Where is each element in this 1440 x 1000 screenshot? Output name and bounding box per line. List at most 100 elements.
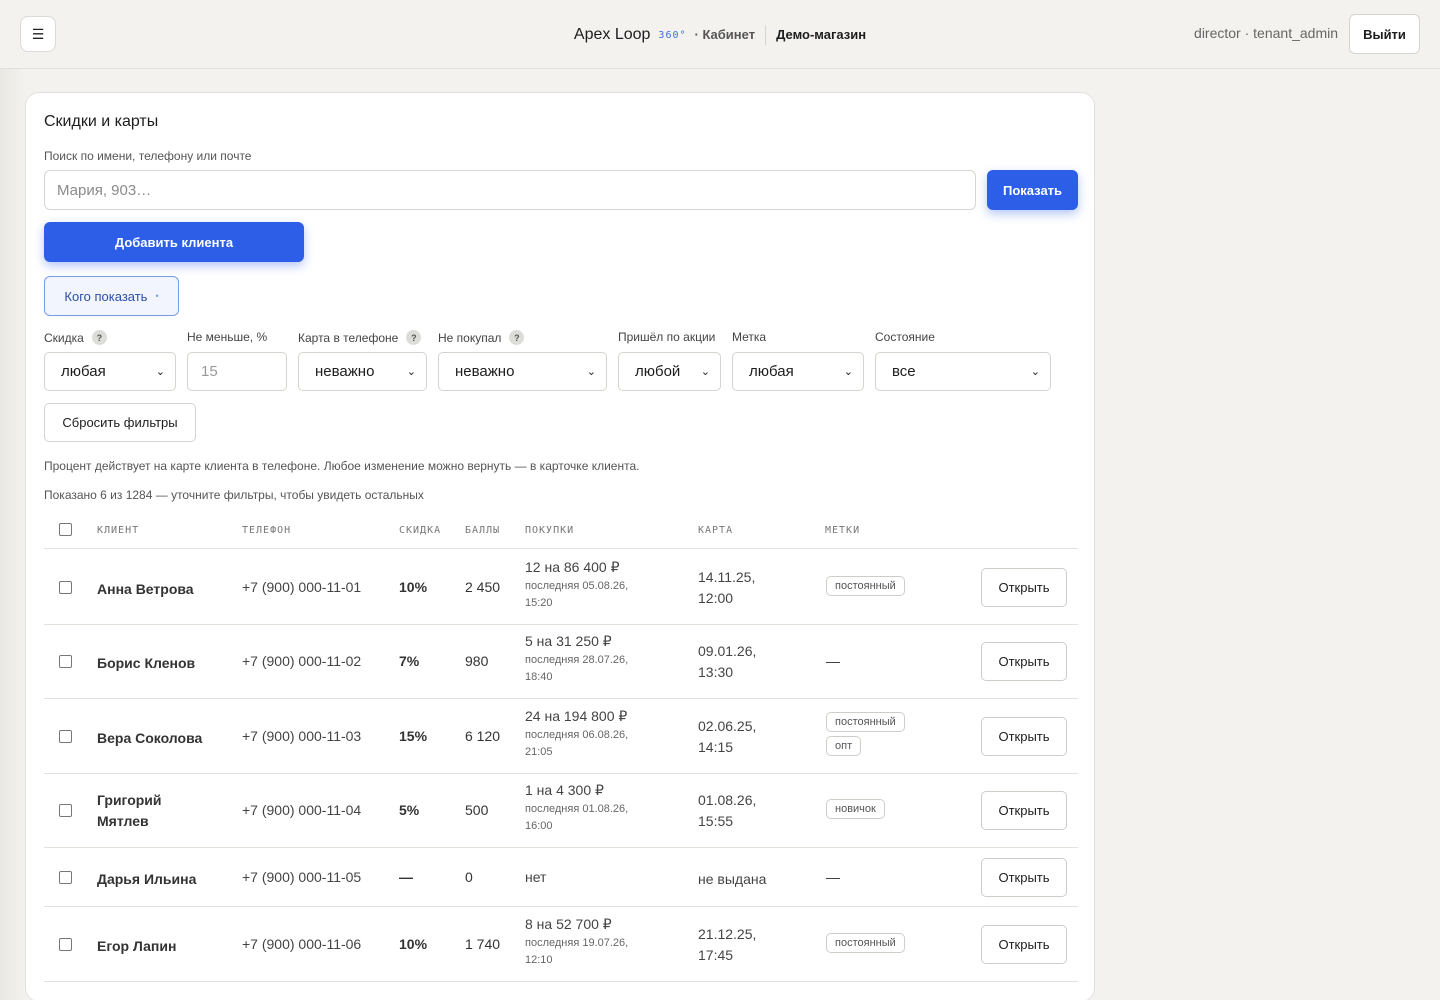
column-header: КЛИЕНТ xyxy=(97,525,140,536)
search-input[interactable] xyxy=(44,170,976,210)
card-date: 21.12.25, xyxy=(698,925,757,942)
filter-card-select[interactable]: неважно ⌄ xyxy=(298,352,427,391)
client-points: 500 xyxy=(465,802,489,818)
add-client-button[interactable]: Добавить клиента xyxy=(44,222,304,262)
table-row: Дарья Ильина +7 (900) 000-11-05 — 0 нет не вы… xyxy=(44,848,1078,907)
purchases-summary: 8 на 52 700 ₽ xyxy=(525,915,612,932)
client-points: 980 xyxy=(465,653,489,669)
chevron-down-icon: ⌄ xyxy=(406,366,416,378)
help-icon[interactable]: ? xyxy=(91,330,107,345)
client-name-line: Григорий xyxy=(97,792,162,808)
row-checkbox[interactable] xyxy=(59,804,72,817)
filter-promo-select[interactable]: любой ⌄ xyxy=(618,352,721,391)
user-info: director · tenant_admin xyxy=(1194,25,1338,41)
open-client-button[interactable]: Открыть xyxy=(981,791,1067,830)
chevron-down-icon: ⌄ xyxy=(586,366,596,378)
column-header: КАРТА xyxy=(698,525,734,536)
client-name-line: Анна Ветрова xyxy=(97,580,194,597)
help-icon[interactable]: ? xyxy=(406,330,422,345)
column-header: СКИДКА xyxy=(399,525,442,536)
chevron-down-icon: ⌄ xyxy=(700,366,710,378)
card-time: 12:00 xyxy=(698,589,734,606)
tags-empty: — xyxy=(826,653,840,669)
client-name-line: Мятлев xyxy=(97,813,149,829)
open-client-button[interactable]: Открыть xyxy=(981,642,1067,681)
filter-card-label: Карта в телефоне ? xyxy=(298,330,422,345)
filter-label-text: Пришёл по акции xyxy=(618,330,716,344)
purchases-summary: 1 на 4 300 ₽ xyxy=(525,782,604,798)
client-purchases: 5 на 31 250 ₽ последняя 28.07.26, 18:40 xyxy=(525,633,628,686)
last-purchase: последняя 28.07.26, 18:40 xyxy=(525,652,628,686)
page-title: Скидки и карты xyxy=(44,113,159,130)
column-header: ПОКУПКИ xyxy=(525,525,575,536)
client-name[interactable]: Борис Кленов xyxy=(97,653,195,674)
select-value: любая xyxy=(749,363,794,380)
tags-cell: постоянный xyxy=(826,932,905,953)
client-points: 6 120 xyxy=(465,727,501,744)
client-phone: +7 (900) 000-11-05 xyxy=(242,868,362,885)
client-purchases: 1 на 4 300 ₽ последняя 01.08.26, 16:00 xyxy=(525,782,628,835)
row-checkbox[interactable] xyxy=(59,870,72,884)
last-purchase-time: 15:20 xyxy=(525,596,553,609)
client-card: 21.12.25, 17:45 xyxy=(698,924,756,966)
client-purchases: 12 на 86 400 ₽ последняя 05.08.26, 15:20 xyxy=(525,559,628,612)
client-name[interactable]: Дарья Ильина xyxy=(97,869,196,890)
brand-divider xyxy=(765,24,767,45)
reset-filters-button[interactable]: Сбросить фильтры xyxy=(44,403,196,442)
client-card: 14.11.25, 12:00 xyxy=(698,567,755,609)
column-header: ТЕЛЕФОН xyxy=(242,525,292,536)
select-all-checkbox[interactable] xyxy=(59,523,72,536)
row-checkbox[interactable] xyxy=(59,655,72,668)
client-purchases: 24 на 194 800 ₽ последняя 06.08.26, 21:05 xyxy=(525,708,628,761)
last-purchase-time: 16:00 xyxy=(525,820,553,832)
filter-not-bought-label: Не покупал ? xyxy=(438,330,525,345)
client-points: 1 740 xyxy=(465,935,501,952)
client-discount: 7% xyxy=(399,653,420,669)
help-icon[interactable]: ? xyxy=(509,330,525,345)
client-name[interactable]: Вера Соколова xyxy=(97,728,202,749)
open-client-button[interactable]: Открыть xyxy=(981,716,1067,756)
last-purchase-time: 18:40 xyxy=(525,671,553,683)
row-checkbox[interactable] xyxy=(59,729,72,743)
last-purchase-date: последняя 06.08.26, xyxy=(525,728,629,741)
client-name[interactable]: Егор Лапин xyxy=(97,936,176,957)
filter-label-text: Не меньше, % xyxy=(187,330,268,344)
client-card: не выдана xyxy=(698,869,766,890)
shop-name: Демо-магазин xyxy=(776,27,867,42)
row-checkbox[interactable] xyxy=(59,580,72,594)
filter-tag-select[interactable]: любая ⌄ xyxy=(732,352,864,391)
filter-discount-label: Скидка ? xyxy=(44,330,107,345)
table-row: Борис Кленов +7 (900) 000-11-02 7% 980 5 на … xyxy=(44,625,1078,699)
select-value: любой xyxy=(635,363,681,380)
client-discount: 10% xyxy=(399,578,428,595)
card-date: 02.06.25, xyxy=(698,717,757,734)
open-client-button[interactable]: Открыть xyxy=(981,857,1067,897)
column-header: МЕТКИ xyxy=(825,525,861,536)
open-client-button[interactable]: Открыть xyxy=(981,924,1067,964)
who-to-show-toggle[interactable]: Кого показать • xyxy=(44,276,179,316)
tags-empty: — xyxy=(826,868,840,885)
tag-badge: опт xyxy=(826,735,862,756)
filter-discount-select[interactable]: любая ⌄ xyxy=(44,352,176,391)
last-purchase-date: последняя 28.07.26, xyxy=(525,654,629,666)
tag-badge: постоянный xyxy=(826,711,905,732)
show-button[interactable]: Показать xyxy=(987,170,1078,210)
row-checkbox[interactable] xyxy=(59,937,72,951)
client-discount: 10% xyxy=(399,935,428,952)
last-purchase: последняя 19.07.26, 12:10 xyxy=(525,935,628,969)
filter-label-text: Карта в телефоне xyxy=(298,330,399,345)
client-purchases: нет xyxy=(525,869,546,885)
table-row: Анна Ветрова +7 (900) 000-11-01 10% 2 450 12… xyxy=(44,550,1078,625)
filter-not-bought-select[interactable]: неважно ⌄ xyxy=(438,352,607,391)
logout-button[interactable]: Выйти xyxy=(1349,14,1420,54)
open-client-button[interactable]: Открыть xyxy=(981,567,1067,607)
card-time: 14:15 xyxy=(698,738,734,755)
discounts-card: Скидки и карты Поиск по имени, телефону … xyxy=(25,92,1095,1000)
filter-promo-label: Пришёл по акции xyxy=(618,330,715,344)
menu-button[interactable]: ☰ xyxy=(20,16,56,52)
client-name[interactable]: Анна Ветрова xyxy=(97,579,194,600)
last-purchase-time: 21:05 xyxy=(525,745,553,758)
filter-min-percent-input[interactable]: 15 xyxy=(187,352,287,391)
client-name[interactable]: Григорий Мятлев xyxy=(97,790,162,832)
filter-state-select[interactable]: все ⌄ xyxy=(875,352,1051,391)
